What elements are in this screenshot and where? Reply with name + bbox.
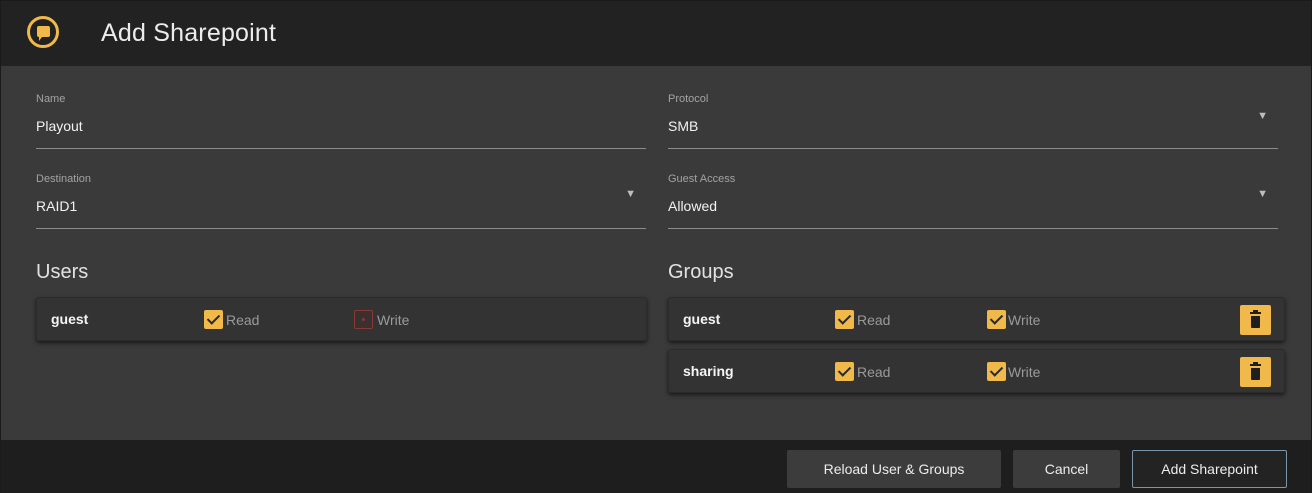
- title-bar: Add Sharepoint: [1, 1, 1311, 66]
- guest-access-select[interactable]: Guest Access Allowed ▼: [668, 173, 1278, 229]
- dialog-footer: Reload User & Groups Cancel Add Sharepoi…: [1, 440, 1311, 493]
- reload-users-groups-button[interactable]: Reload User & Groups: [787, 450, 1001, 488]
- name-field-label: Name: [36, 93, 66, 105]
- name-field-value[interactable]: Playout: [36, 118, 83, 134]
- user-write-checkbox[interactable]: [354, 310, 373, 329]
- group-read-checkbox[interactable]: [835, 362, 854, 381]
- caret-down-icon[interactable]: ▼: [1257, 188, 1268, 200]
- trash-icon[interactable]: [1240, 357, 1271, 387]
- destination-select-label: Destination: [36, 173, 92, 185]
- group-name: sharing: [683, 363, 734, 379]
- group-write-checkbox[interactable]: [987, 310, 1006, 329]
- group-write-label: Write: [1008, 312, 1041, 328]
- user-write-label: Write: [377, 312, 410, 328]
- group-read-label: Read: [857, 312, 891, 328]
- groups-section-title: Groups: [668, 261, 734, 283]
- group-name: guest: [683, 311, 721, 327]
- users-section-title: Users: [36, 261, 89, 283]
- guest-access-select-value: Allowed: [668, 198, 718, 214]
- protocol-select-value: SMB: [668, 118, 699, 134]
- user-name: guest: [51, 311, 89, 327]
- chat-bubble-icon: [27, 16, 59, 48]
- add-sharepoint-dialog: Add Sharepoint Name Playout Protocol SMB…: [0, 0, 1312, 493]
- name-field[interactable]: Name Playout: [36, 93, 646, 149]
- group-read-label: Read: [857, 364, 891, 380]
- cancel-button[interactable]: Cancel: [1013, 450, 1120, 488]
- caret-down-icon[interactable]: ▼: [1257, 110, 1268, 122]
- destination-select[interactable]: Destination RAID1 ▼: [36, 173, 646, 229]
- user-read-label: Read: [226, 312, 260, 328]
- group-write-checkbox[interactable]: [987, 362, 1006, 381]
- trash-icon[interactable]: [1240, 305, 1271, 335]
- destination-select-value: RAID1: [36, 198, 78, 214]
- guest-access-select-label: Guest Access: [668, 173, 736, 185]
- user-read-checkbox[interactable]: [204, 310, 223, 329]
- dialog-title: Add Sharepoint: [101, 19, 277, 47]
- group-write-label: Write: [1008, 364, 1041, 380]
- caret-down-icon[interactable]: ▼: [625, 188, 636, 200]
- group-row: sharing Read Write: [668, 349, 1285, 393]
- protocol-select-label: Protocol: [668, 93, 709, 105]
- protocol-select[interactable]: Protocol SMB ▼: [668, 93, 1278, 149]
- group-read-checkbox[interactable]: [835, 310, 854, 329]
- add-sharepoint-button[interactable]: Add Sharepoint: [1132, 450, 1287, 488]
- user-row: guest Read Write: [36, 297, 647, 341]
- group-row: guest Read Write: [668, 297, 1285, 341]
